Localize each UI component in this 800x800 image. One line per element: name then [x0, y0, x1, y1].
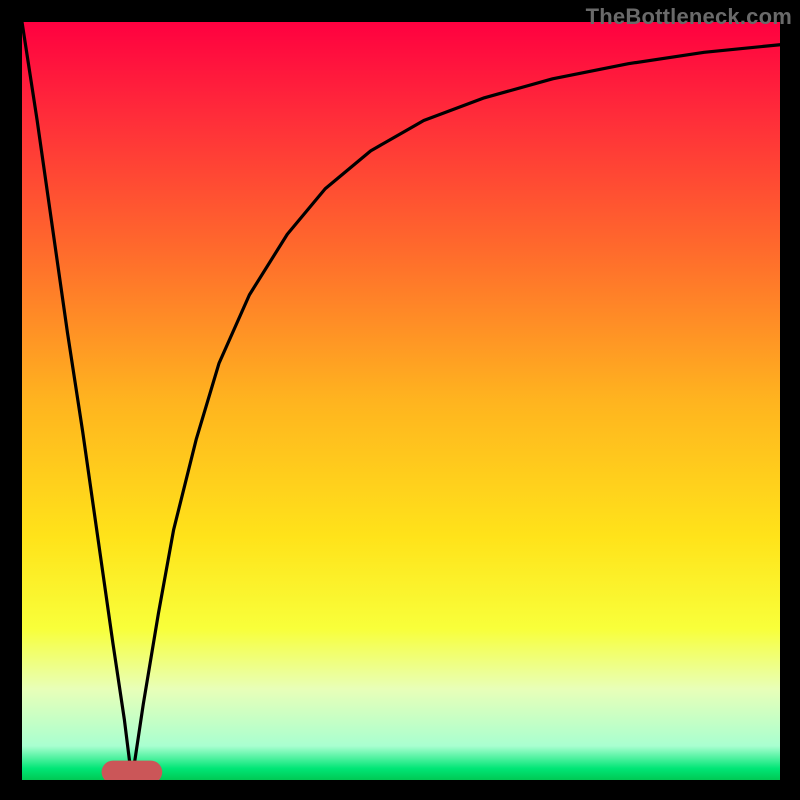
optimum-marker-group [102, 761, 163, 780]
gradient-background [22, 22, 780, 780]
chart-container: TheBottleneck.com [0, 0, 800, 800]
optimum-marker [102, 761, 163, 780]
watermark-text: TheBottleneck.com [586, 4, 792, 30]
chart-svg [22, 22, 780, 780]
plot-area [22, 22, 780, 780]
